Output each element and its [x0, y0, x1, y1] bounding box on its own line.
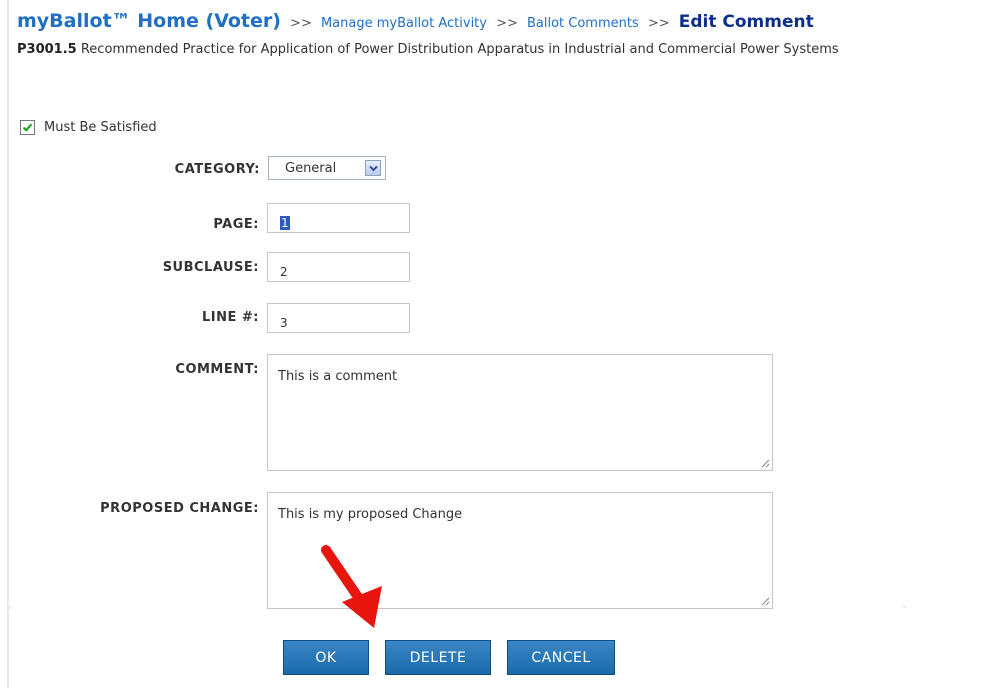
- breadcrumb: myBallot™ Home (Voter) >> Manage myBallo…: [17, 10, 814, 32]
- proposed-change-label: PROPOSED CHANGE:: [100, 501, 259, 516]
- line-input-value: 3: [280, 316, 288, 330]
- cancel-button[interactable]: CANCEL: [507, 640, 615, 675]
- chevron-down-icon: [369, 165, 378, 172]
- comment-textarea[interactable]: This is a comment: [267, 354, 773, 471]
- decorative-dot: [903, 605, 906, 608]
- category-value: General: [285, 161, 337, 176]
- breadcrumb-home-link[interactable]: myBallot™ Home (Voter): [17, 10, 281, 32]
- project-description: P3001.5 Recommended Practice for Applica…: [17, 40, 867, 60]
- dropdown-button[interactable]: [365, 160, 381, 176]
- left-divider: [7, 0, 9, 688]
- must-be-satisfied: Must Be Satisfied: [20, 120, 157, 135]
- subclause-label: SUBCLAUSE:: [162, 260, 259, 275]
- breadcrumb-separator: >>: [647, 16, 670, 31]
- breadcrumb-separator: >>: [290, 16, 312, 31]
- category-label: CATEGORY:: [174, 162, 260, 177]
- breadcrumb-comments-link[interactable]: Ballot Comments: [527, 16, 639, 31]
- breadcrumb-current: Edit Comment: [678, 12, 814, 32]
- page-input-value: 1: [280, 216, 290, 230]
- checkmark-icon: [22, 123, 33, 132]
- subclause-input-value: 2: [280, 265, 288, 279]
- breadcrumb-separator: >>: [496, 16, 518, 31]
- category-select[interactable]: General: [268, 156, 386, 180]
- comment-label: COMMENT:: [175, 362, 259, 377]
- resize-grip-icon[interactable]: [760, 596, 770, 606]
- must-be-satisfied-checkbox[interactable]: [20, 120, 35, 135]
- breadcrumb-manage-link[interactable]: Manage myBallot Activity: [321, 16, 487, 31]
- page-input[interactable]: 1: [267, 203, 410, 233]
- decorative-dot: [8, 606, 11, 609]
- delete-button[interactable]: DELETE: [385, 640, 491, 675]
- red-arrow-icon: [321, 545, 382, 628]
- must-be-satisfied-label: Must Be Satisfied: [44, 120, 157, 135]
- ok-button[interactable]: OK: [283, 640, 369, 675]
- page-label: PAGE:: [213, 217, 259, 232]
- project-id: P3001.5: [17, 42, 77, 57]
- subclause-input[interactable]: 2: [267, 252, 410, 282]
- project-title: Recommended Practice for Application of …: [80, 42, 839, 57]
- line-label: LINE #:: [202, 310, 259, 325]
- comment-value: This is a comment: [278, 369, 398, 384]
- resize-grip-icon[interactable]: [760, 458, 770, 468]
- proposed-change-value: This is my proposed Change: [278, 507, 463, 522]
- line-input[interactable]: 3: [267, 303, 410, 333]
